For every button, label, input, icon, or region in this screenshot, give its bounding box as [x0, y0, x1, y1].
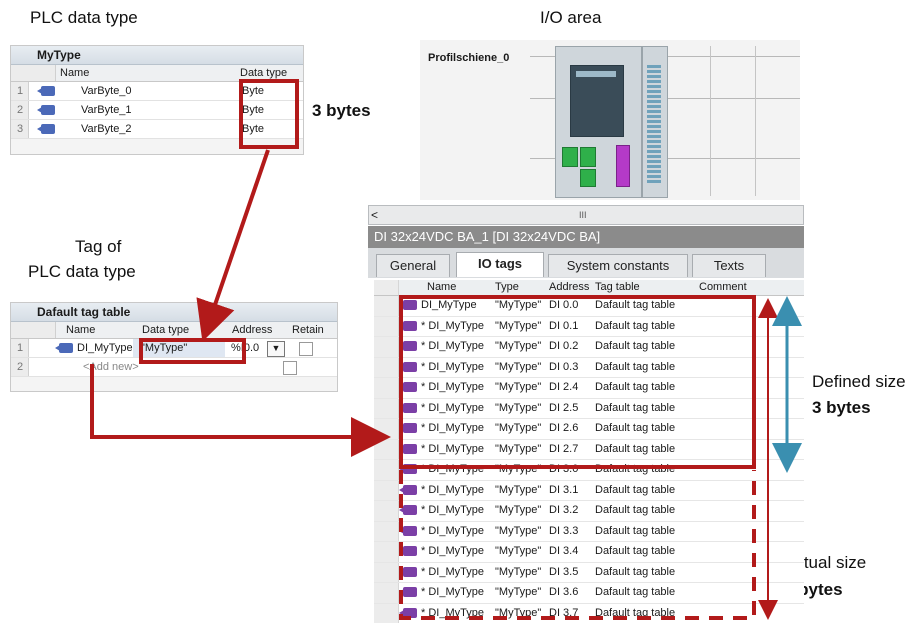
datatype-highlight [239, 79, 299, 149]
tag-type-highlight [139, 338, 246, 364]
defined-size-highlight [399, 295, 756, 469]
actual-size-highlight [399, 470, 756, 620]
annotation-overlay [90, 79, 802, 620]
type-link-arrow [196, 149, 270, 342]
tag-link-arrow [90, 364, 391, 457]
